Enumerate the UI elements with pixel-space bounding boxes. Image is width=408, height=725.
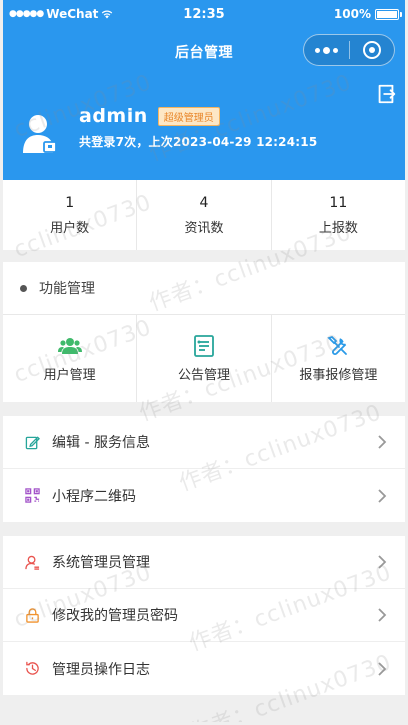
username: admin [79,105,148,127]
nav-bar: 后台管理 [3,28,405,76]
func-label: 报事报修管理 [299,368,378,383]
func-repair-management[interactable]: 报事报修管理 [272,315,405,402]
func-label: 公告管理 [177,368,230,383]
users-icon [57,338,82,354]
stat-label: 资讯数 [184,220,224,236]
header: ●●●●● WeChat 12:35 100% 后台管理 admin 超级管理员… [3,0,405,180]
stat-users[interactable]: 1 用户数 [3,180,138,250]
qrcode-icon [25,488,40,503]
battery-percent: 100% [333,7,371,21]
chevron-right-icon [378,435,387,449]
mini-program-capsule [303,34,395,66]
list-label: 修改我的管理员密码 [52,608,178,624]
close-mini-program-icon[interactable] [349,35,394,65]
menu-list-service: 编辑 - 服务信息 小程序二维码 [3,416,405,522]
admin-user-icon [25,555,40,570]
signal-icon: ●●●●● [9,9,44,19]
stat-reports[interactable]: 11 上报数 [272,180,405,250]
battery-icon [375,8,402,20]
func-label: 用户管理 [43,368,96,383]
chevron-right-icon [378,608,387,622]
list-label: 系统管理员管理 [52,555,150,571]
list-item-admin-management[interactable]: 系统管理员管理 [3,536,405,589]
func-user-management[interactable]: 用户管理 [3,315,138,402]
bullet-icon [20,284,27,292]
list-item-operation-log[interactable]: 管理员操作日志 [3,642,405,695]
avatar [23,115,57,153]
lock-icon [26,607,39,623]
chevron-right-icon [378,661,387,676]
log-icon [26,661,39,675]
list-item-qrcode[interactable]: 小程序二维码 [3,469,405,522]
wifi-icon [102,10,113,19]
more-menu-icon[interactable] [304,35,349,65]
chevron-right-icon [378,488,387,503]
list-label: 编辑 - 服务信息 [52,435,150,451]
function-title: 功能管理 [39,281,95,297]
login-info: 共登录7次，上次2023-04-29 12:24:15 [79,135,318,149]
page-title: 后台管理 [175,45,233,61]
function-header: 功能管理 [3,262,405,315]
logout-icon[interactable] [375,83,397,105]
tools-icon [327,335,348,355]
list-label: 小程序二维码 [52,488,136,505]
profile-block: admin 超级管理员 共登录7次，上次2023-04-29 12:24:15 [23,105,317,153]
notice-icon [194,335,214,357]
edit-icon [25,435,40,449]
list-item-edit-service[interactable]: 编辑 - 服务信息 [3,416,405,469]
list-label: 管理员操作日志 [52,661,150,678]
status-bar: ●●●●● WeChat 12:35 100% [3,0,405,28]
role-badge: 超级管理员 [157,106,220,126]
stats-panel: 1 用户数 4 资讯数 11 上报数 [3,180,405,250]
list-item-change-password[interactable]: 修改我的管理员密码 [3,589,405,642]
stat-label: 用户数 [50,220,90,236]
carrier-label: WeChat [46,7,99,21]
chevron-right-icon [378,555,387,569]
function-panel: 功能管理 用户管理 公告管理 报事报修管理 [3,262,405,402]
stat-value: 11 [329,194,348,211]
status-time: 12:35 [183,6,225,22]
func-notice-management[interactable]: 公告管理 [137,315,272,402]
app-frame: ●●●●● WeChat 12:35 100% 后台管理 admin 超级管理员… [3,0,405,722]
stat-value: 4 [199,194,209,211]
menu-list-admin: 系统管理员管理 修改我的管理员密码 管理员操作日志 [3,536,405,695]
stat-label: 上报数 [318,220,358,236]
stat-value: 1 [65,194,75,211]
stat-news[interactable]: 4 资讯数 [137,180,272,250]
